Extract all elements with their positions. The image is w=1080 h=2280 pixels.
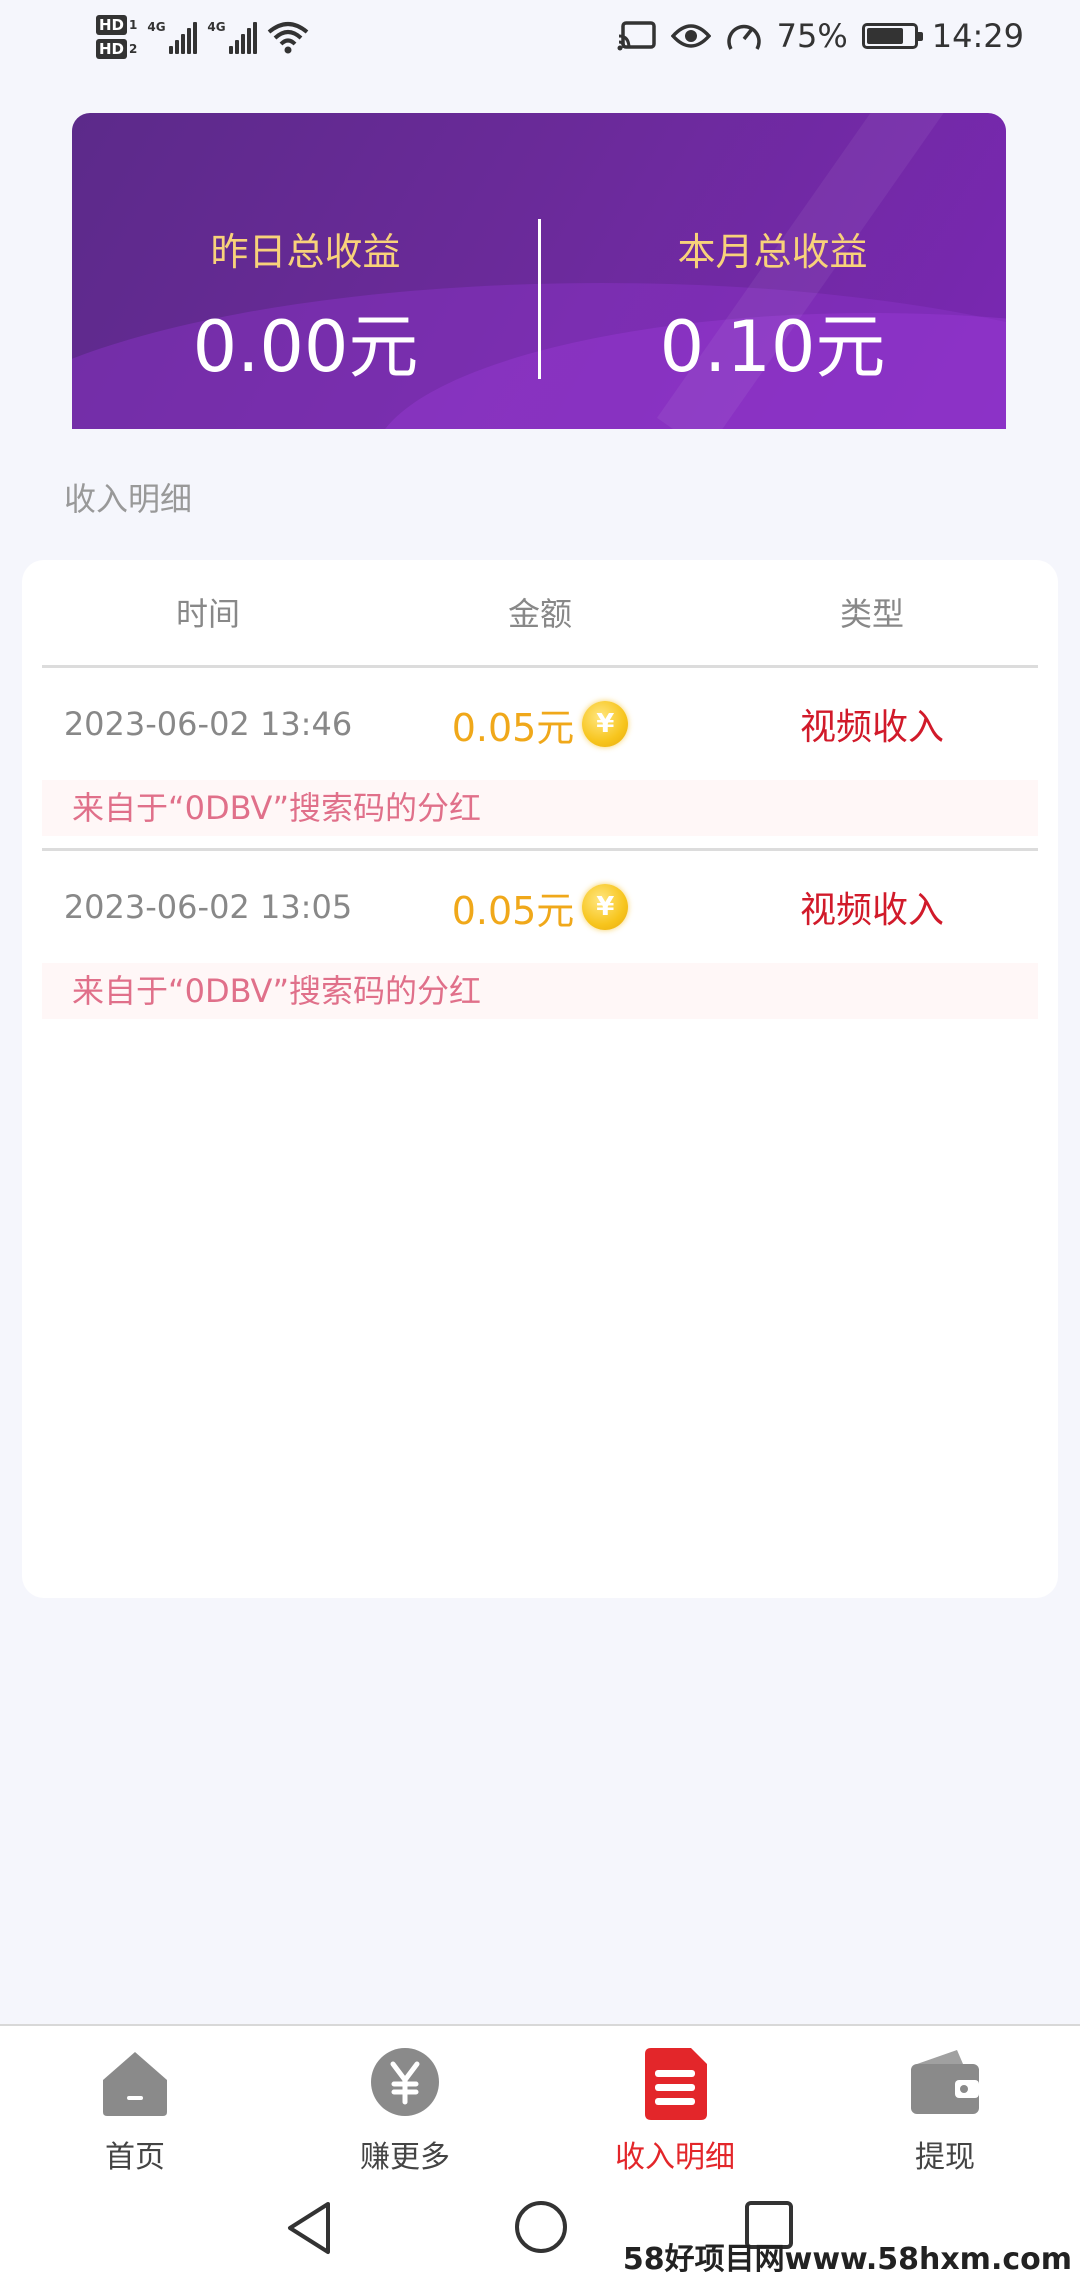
yesterday-earnings: 昨日总收益 0.00元 [72, 113, 539, 429]
coin-icon: ¥ [582, 884, 629, 930]
table-row[interactable]: 2023-06-02 13:46 0.05元 ¥ 视频收入 [42, 668, 1038, 780]
tab-withdraw[interactable]: 提现 [810, 2026, 1080, 2175]
sim1-signal-icon: 4G [147, 20, 198, 54]
bottom-tab-bar: 首页 赚更多 收入明细 提现 [0, 2024, 1080, 2175]
sim2-signal-icon: 4G [207, 20, 258, 54]
battery-percent: 75% [776, 17, 848, 55]
income-record[interactable]: 2023-06-02 13:46 0.05元 ¥ 视频收入 来自于“0DBV”搜… [42, 668, 1038, 851]
speed-meter-icon [726, 24, 761, 50]
month-earnings-value: 0.10元 [659, 306, 886, 388]
tab-withdraw-label: 提现 [915, 2140, 975, 2175]
income-detail-card: 时间 金额 类型 2023-06-02 13:46 0.05元 ¥ 视频收入 来… [22, 560, 1058, 1598]
table-row[interactable]: 2023-06-02 13:05 0.05元 ¥ 视频收入 [42, 851, 1038, 963]
record-time: 2023-06-02 13:46 [63, 705, 353, 743]
tab-earn-more[interactable]: 赚更多 [270, 2026, 540, 2175]
month-earnings: 本月总收益 0.10元 [539, 113, 1006, 429]
hd2-sub: 2 [129, 42, 138, 56]
tab-earn-more-label: 赚更多 [360, 2140, 450, 2175]
yuan-coin-icon [371, 2048, 439, 2116]
record-amount-value: 0.05元 [451, 705, 575, 750]
tab-home-label: 首页 [105, 2140, 165, 2175]
hd2-indicator: HD 2 [96, 39, 137, 59]
document-list-icon [645, 2048, 707, 2120]
sim1-label: 4G [147, 20, 166, 34]
earnings-banner: 昨日总收益 0.00元 本月总收益 0.10元 [72, 113, 1006, 429]
status-bar-left: HD 1 HD 2 4G 4G [96, 6, 309, 68]
home-circle-icon[interactable] [514, 2200, 568, 2254]
wallet-icon [911, 2050, 979, 2114]
table-header: 时间 金额 类型 [42, 560, 1038, 668]
cast-icon [617, 21, 656, 51]
hd1-indicator: HD 1 [96, 15, 137, 35]
hd2-label: HD [96, 39, 128, 59]
record-note: 来自于“0DBV”搜索码的分红 [42, 780, 1038, 836]
tab-income-detail-label: 收入明细 [615, 2140, 735, 2175]
eye-icon [670, 24, 711, 48]
status-bar-right: 75% 14:29 [617, 0, 1024, 72]
income-record[interactable]: 2023-06-02 13:05 0.05元 ¥ 视频收入 来自于“0DBV”搜… [42, 851, 1038, 1019]
column-header-type: 类型 [839, 595, 904, 633]
record-note: 来自于“0DBV”搜索码的分红 [42, 963, 1038, 1019]
month-earnings-label: 本月总收益 [677, 230, 868, 274]
watermark: 58好项目网www.58hxm.com [622, 2242, 1072, 2277]
status-bar: HD 1 HD 2 4G 4G 75% 14:29 [0, 0, 1080, 72]
record-amount: 0.05元 ¥ [374, 697, 706, 752]
record-time: 2023-06-02 13:05 [63, 888, 353, 926]
section-title: 收入明细 [64, 480, 193, 518]
hd1-sub: 1 [129, 18, 138, 32]
yesterday-earnings-label: 昨日总收益 [210, 230, 401, 274]
tab-home[interactable]: 首页 [0, 2026, 270, 2175]
record-amount-value: 0.05元 [451, 888, 575, 933]
record-type: 视频收入 [799, 890, 944, 931]
battery-icon [861, 23, 923, 49]
hd-indicators: HD 1 HD 2 [96, 15, 137, 59]
yesterday-earnings-value: 0.00元 [192, 306, 419, 388]
sim2-label: 4G [207, 20, 226, 34]
record-type: 视频收入 [799, 707, 944, 748]
home-icon [103, 2052, 167, 2116]
record-amount: 0.05元 ¥ [374, 880, 706, 935]
tab-income-detail[interactable]: 收入明细 [540, 2026, 810, 2175]
column-header-time: 时间 [175, 595, 240, 633]
coin-icon: ¥ [582, 701, 629, 747]
back-icon[interactable] [284, 2200, 334, 2256]
battery-fill [866, 28, 903, 44]
clock: 14:29 [931, 17, 1024, 55]
column-header-amount: 金额 [507, 595, 572, 633]
hd1-label: HD [96, 15, 128, 35]
wifi-icon [268, 22, 309, 54]
system-navigation-bar: 58好项目网www.58hxm.com [0, 2174, 1080, 2280]
